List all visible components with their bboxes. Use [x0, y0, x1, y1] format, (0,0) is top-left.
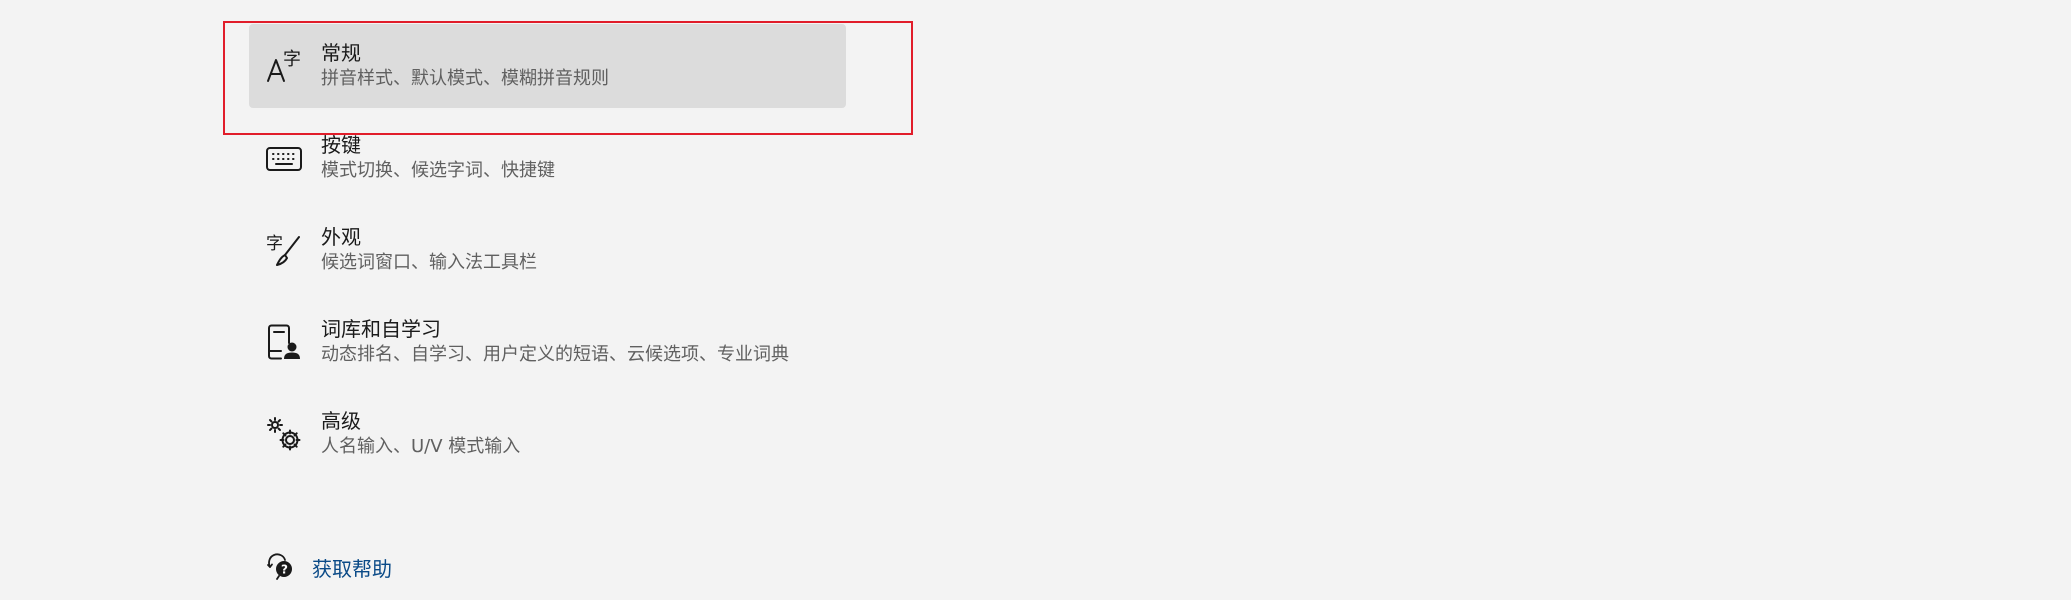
settings-item-keys[interactable]: 按键 模式切换、候选字词、快捷键	[249, 115, 846, 200]
settings-item-description: 模式切换、候选字词、快捷键	[321, 159, 555, 181]
svg-text:字: 字	[266, 234, 283, 254]
settings-item-title: 常规	[321, 41, 361, 65]
settings-item-dictionary[interactable]: 词库和自学习 动态排名、自学习、用户定义的短语、云候选项、专业词典	[249, 299, 846, 384]
settings-item-description: 人名输入、U/V 模式输入	[321, 435, 521, 457]
font-a-zi-icon: 字	[265, 47, 303, 85]
ime-settings-page: 字 常规 拼音样式、默认模式、模糊拼音规则 按键 模式切换、候选字词、快捷键 字…	[0, 0, 2071, 600]
dictionary-person-icon	[265, 323, 303, 361]
settings-item-title: 高级	[321, 408, 361, 433]
get-help-link[interactable]: ? 获取帮助	[265, 550, 392, 584]
settings-item-title: 词库和自学习	[321, 316, 441, 341]
brush-zi-icon: 字	[265, 231, 303, 269]
settings-item-title: 外观	[321, 224, 361, 249]
gears-icon	[265, 415, 303, 453]
settings-item-appearance[interactable]: 字 外观 候选词窗口、输入法工具栏	[249, 207, 846, 292]
settings-item-general[interactable]: 字 常规 拼音样式、默认模式、模糊拼音规则	[249, 24, 846, 108]
svg-text:?: ?	[281, 563, 288, 577]
help-chat-icon: ?	[265, 550, 295, 584]
svg-text:字: 字	[283, 49, 301, 70]
settings-list: 字 常规 拼音样式、默认模式、模糊拼音规则 按键 模式切换、候选字词、快捷键 字…	[249, 24, 846, 483]
settings-item-advanced[interactable]: 高级 人名输入、U/V 模式输入	[249, 391, 846, 476]
keyboard-icon	[265, 139, 303, 177]
settings-item-description: 候选词窗口、输入法工具栏	[321, 251, 537, 273]
settings-item-title: 按键	[321, 132, 361, 157]
settings-item-description: 动态排名、自学习、用户定义的短语、云候选项、专业词典	[321, 343, 789, 365]
get-help-label[interactable]: 获取帮助	[312, 553, 392, 582]
settings-item-description: 拼音样式、默认模式、模糊拼音规则	[321, 68, 609, 89]
